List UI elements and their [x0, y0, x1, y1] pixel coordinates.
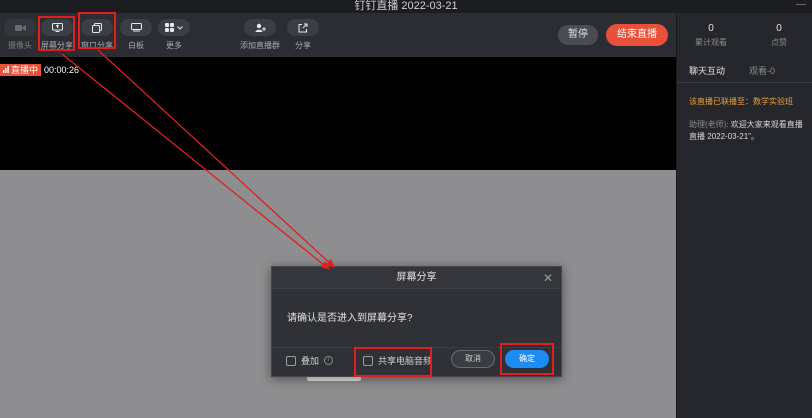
whiteboard-icon [130, 23, 142, 32]
camera-button[interactable]: 摄像头 [0, 19, 40, 51]
title-bar: 钉钉直播 2022-03-21 — [0, 0, 812, 13]
camera-label: 摄像头 [8, 41, 32, 50]
chat-message: 助理(老师): 欢迎大家来观看直播 直播 2022-03-21"。 [689, 119, 812, 143]
signal-bars-icon [3, 64, 9, 76]
live-tag: 直播中 [0, 64, 42, 76]
stat-likes-label: 点赞 [771, 38, 787, 47]
sidebar-tabs: 聊天互动 观看-0 [677, 59, 812, 83]
cancel-button[interactable]: 取消 [451, 350, 495, 368]
pause-button[interactable]: 暂停 [558, 25, 598, 45]
share-audio-checkbox-box[interactable] [363, 355, 373, 366]
tab-viewers[interactable]: 观看-0 [737, 59, 787, 82]
more-label: 更多 [166, 41, 182, 50]
stat-likes: 0 点赞 [745, 13, 812, 57]
window-share-button[interactable]: 窗口分享 [77, 19, 117, 51]
minimize-button[interactable]: — [796, 0, 806, 10]
share-button[interactable]: 分享 [283, 19, 323, 51]
more-grid-icon [165, 23, 174, 32]
stats-panel: 0 累计观看 0 点赞 [677, 13, 812, 57]
add-group-icon [255, 23, 266, 33]
close-icon[interactable]: ✕ [543, 270, 553, 286]
broadcast-notice: 该直播已联播至：数学实验班 [689, 97, 793, 106]
end-live-button[interactable]: 结束直播 [606, 24, 668, 46]
overlay-label: 叠加 [301, 356, 320, 366]
overlay-checkbox[interactable]: 叠加 i [286, 354, 334, 367]
window-share-icon [92, 22, 102, 33]
screen-share-label: 屏幕分享 [41, 41, 73, 50]
live-video-area: 直播中 00:00:26 [0, 57, 676, 170]
confirm-button[interactable]: 确定 [505, 350, 549, 368]
chevron-down-icon [177, 25, 183, 30]
share-label: 分享 [295, 41, 311, 50]
live-status: 直播中 00:00:26 [0, 64, 79, 76]
live-elapsed-time: 00:00:26 [44, 65, 80, 75]
chat-sender: 助理(老师): [689, 120, 729, 129]
live-tag-label: 直播中 [11, 65, 39, 75]
stat-total-views-label: 累计观看 [695, 38, 727, 47]
share-icon [298, 23, 308, 33]
add-group-button[interactable]: 添加直播群 [240, 19, 280, 51]
stat-total-views: 0 累计观看 [677, 13, 745, 57]
stat-total-views-value: 0 [708, 23, 714, 34]
whiteboard-label: 白板 [128, 41, 144, 50]
share-audio-checkbox[interactable]: 共享电脑音频 [363, 354, 432, 367]
add-group-label: 添加直播群 [240, 41, 280, 50]
screen-share-icon [51, 23, 63, 32]
stat-likes-value: 0 [776, 23, 782, 34]
dialog-title: 屏幕分享 [272, 267, 561, 289]
window-title: 钉钉直播 2022-03-21 [354, 0, 458, 12]
info-icon[interactable]: i [324, 356, 334, 365]
dialog-message: 请确认是否进入到屏幕分享? [287, 313, 413, 324]
right-sidebar: 0 累计观看 0 点赞 聊天互动 观看-0 该直播已联播至：数学实验班 助理(老… [676, 13, 812, 418]
whiteboard-button[interactable]: 白板 [116, 19, 156, 51]
overlay-checkbox-box[interactable] [286, 355, 296, 366]
tab-chat[interactable]: 聊天互动 [677, 59, 737, 82]
camera-icon [14, 24, 26, 32]
window-share-label: 窗口分享 [81, 41, 113, 50]
share-audio-label: 共享电脑音频 [378, 356, 433, 366]
more-button[interactable]: 更多 [154, 19, 194, 51]
screen-share-button[interactable]: 屏幕分享 [37, 19, 77, 51]
